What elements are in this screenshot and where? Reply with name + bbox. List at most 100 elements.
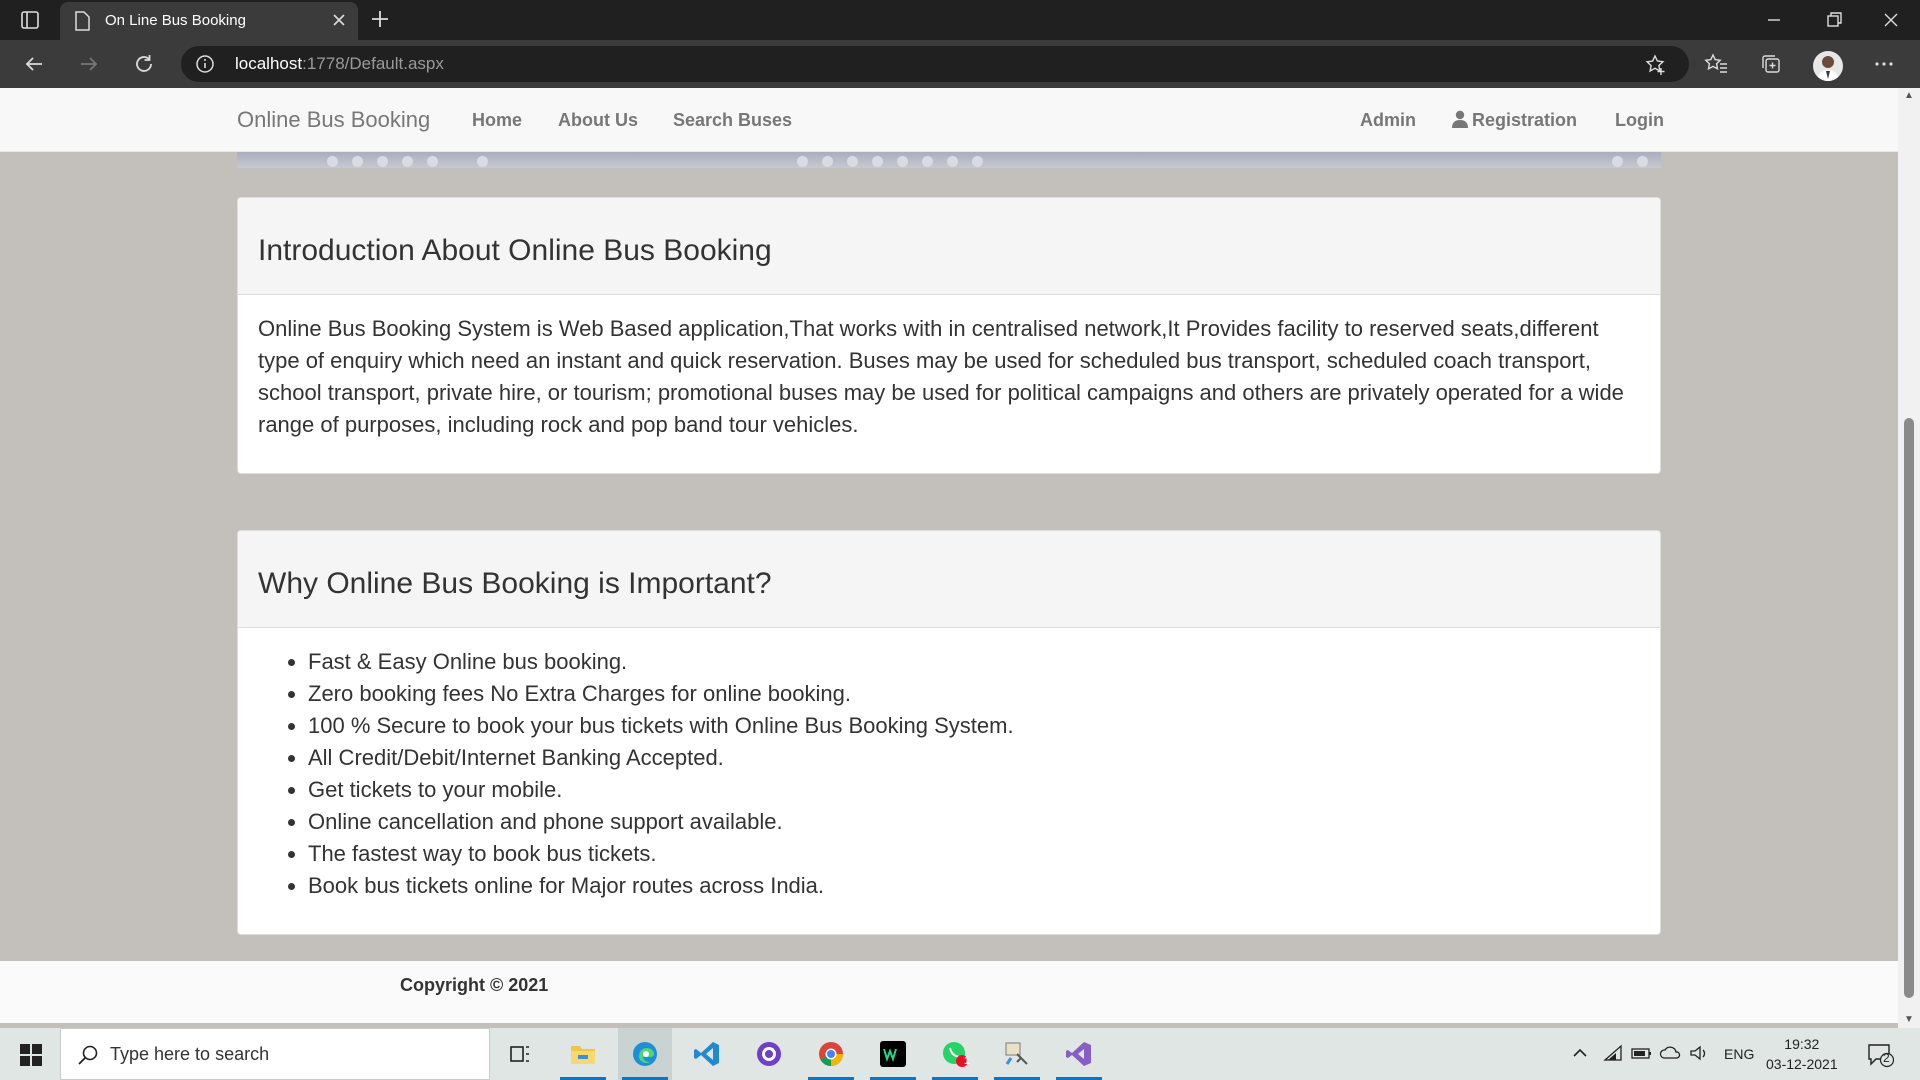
list-item: The fastest way to book bus tickets.: [308, 838, 1640, 870]
nav-search-buses[interactable]: Search Buses: [673, 110, 792, 131]
url-path: :1778/Default.aspx: [302, 54, 444, 73]
nav-home[interactable]: Home: [472, 110, 522, 131]
whatsapp-icon[interactable]: 1: [928, 1028, 982, 1080]
intro-panel-heading: Introduction About Online Bus Booking: [238, 198, 1660, 295]
decor-dot: [922, 156, 933, 167]
intro-panel-body: Online Bus Booking System is Web Based a…: [238, 295, 1660, 461]
notification-count: 2: [1883, 1051, 1890, 1065]
decor-dot: [352, 156, 363, 167]
site-footer: Copyright © 2021: [0, 961, 1898, 1023]
hero-image-strip: [237, 152, 1661, 168]
registration-label: Registration: [1472, 110, 1578, 130]
why-panel-body: Fast & Easy Online bus booking. Zero boo…: [238, 628, 1660, 922]
scroll-up-icon[interactable]: ▲: [1904, 90, 1914, 101]
battery-icon[interactable]: [1631, 1044, 1653, 1065]
nav-admin[interactable]: Admin: [1360, 110, 1416, 131]
browser-tab-bar: On Line Bus Booking: [0, 0, 1920, 40]
taskbar-clock[interactable]: 19:32 03-12-2021: [1766, 1034, 1838, 1074]
list-item: Book bus tickets online for Major routes…: [308, 870, 1640, 902]
list-item: Get tickets to your mobile.: [308, 774, 1640, 806]
windows-taskbar: Type here to search 1 ENG 19:32 03-12-20…: [0, 1028, 1920, 1080]
site-info-icon[interactable]: [195, 54, 215, 79]
github-desktop-icon[interactable]: [742, 1028, 796, 1080]
intro-text: Online Bus Booking System is Web Based a…: [258, 316, 1624, 437]
restore-icon[interactable]: [1822, 8, 1846, 37]
why-title: Why Online Bus Booking is Important?: [258, 567, 772, 600]
scroll-down-icon[interactable]: ▼: [1904, 1014, 1914, 1025]
close-window-icon[interactable]: [1879, 8, 1903, 37]
favorites-icon[interactable]: [1703, 52, 1729, 81]
decor-dot: [477, 156, 488, 167]
list-item: Online cancellation and phone support av…: [308, 806, 1640, 838]
collections-icon[interactable]: [1759, 52, 1783, 81]
site-navbar: Online Bus Booking Home About Us Search …: [0, 88, 1898, 152]
show-hidden-icons-icon[interactable]: [1571, 1044, 1589, 1065]
chrome-icon[interactable]: [804, 1028, 858, 1080]
tool-icon[interactable]: [990, 1028, 1044, 1080]
profile-avatar[interactable]: [1813, 51, 1843, 81]
network-icon[interactable]: [1603, 1044, 1623, 1065]
edge-icon[interactable]: [618, 1028, 672, 1080]
decor-dot: [1637, 156, 1648, 167]
tab-title: On Line Bus Booking: [105, 12, 246, 29]
address-bar[interactable]: localhost:1778/Default.aspx: [181, 46, 1689, 82]
address-toolbar: localhost:1778/Default.aspx: [0, 40, 1920, 88]
decor-dot: [947, 156, 958, 167]
tab-actions-icon[interactable]: [18, 8, 42, 32]
close-tab-icon[interactable]: [330, 11, 348, 33]
decor-dot: [797, 156, 808, 167]
whatsapp-badge: 1: [964, 1055, 971, 1067]
search-icon: [77, 1044, 99, 1071]
forward-icon[interactable]: [77, 52, 101, 81]
user-icon: [1452, 110, 1468, 133]
copyright-text: Copyright © 2021: [400, 975, 549, 995]
decor-dot: [377, 156, 388, 167]
benefits-list: Fast & Easy Online bus booking. Zero boo…: [308, 646, 1640, 902]
language-indicator[interactable]: ENG: [1724, 1046, 1754, 1062]
visual-studio-icon[interactable]: [1052, 1028, 1106, 1080]
back-icon[interactable]: [22, 52, 46, 81]
settings-more-icon[interactable]: [1872, 52, 1896, 81]
decor-dot: [327, 156, 338, 167]
nav-login[interactable]: Login: [1615, 110, 1664, 131]
page-scrollbar[interactable]: ▲ ▼: [1898, 88, 1920, 1028]
task-view-icon[interactable]: [493, 1028, 547, 1080]
intro-title: Introduction About Online Bus Booking: [258, 234, 772, 267]
minimize-icon[interactable]: [1762, 8, 1786, 37]
decor-dot: [822, 156, 833, 167]
decor-dot: [847, 156, 858, 167]
webstorm-icon[interactable]: [866, 1028, 920, 1080]
file-explorer-icon[interactable]: [556, 1028, 610, 1080]
url-text: localhost:1778/Default.aspx: [235, 54, 444, 74]
decor-dot: [872, 156, 883, 167]
url-host: localhost: [235, 54, 303, 73]
notifications-icon[interactable]: 2: [1866, 1042, 1895, 1073]
refresh-icon[interactable]: [132, 52, 156, 81]
list-item: 100 % Secure to book your bus tickets wi…: [308, 710, 1640, 742]
search-placeholder: Type here to search: [110, 1044, 270, 1064]
intro-panel: Introduction About Online Bus Booking On…: [237, 197, 1661, 474]
why-panel: Why Online Bus Booking is Important? Fas…: [237, 530, 1661, 935]
decor-dot: [1612, 156, 1623, 167]
windows-start-icon[interactable]: [20, 1044, 42, 1071]
list-item: Zero booking fees No Extra Charges for o…: [308, 678, 1640, 710]
list-item: All Credit/Debit/Internet Banking Accept…: [308, 742, 1640, 774]
vscode-icon[interactable]: [680, 1028, 734, 1080]
nav-about-us[interactable]: About Us: [558, 110, 638, 131]
new-tab-icon[interactable]: [368, 7, 392, 36]
scrollbar-thumb[interactable]: [1904, 418, 1914, 998]
page-icon: [74, 11, 90, 35]
clock-date: 03-12-2021: [1766, 1056, 1838, 1072]
why-panel-heading: Why Online Bus Booking is Important?: [238, 531, 1660, 628]
list-item: Fast & Easy Online bus booking.: [308, 646, 1640, 678]
decor-dot: [402, 156, 413, 167]
add-favorite-icon[interactable]: [1644, 53, 1668, 82]
volume-icon[interactable]: [1689, 1044, 1709, 1065]
decor-dot: [897, 156, 908, 167]
taskbar-search-box[interactable]: Type here to search: [60, 1028, 490, 1080]
nav-registration[interactable]: Registration: [1452, 110, 1577, 133]
active-tab[interactable]: On Line Bus Booking: [60, 2, 358, 40]
decor-dot: [972, 156, 983, 167]
onedrive-icon[interactable]: [1659, 1044, 1683, 1065]
site-brand[interactable]: Online Bus Booking: [237, 107, 430, 133]
